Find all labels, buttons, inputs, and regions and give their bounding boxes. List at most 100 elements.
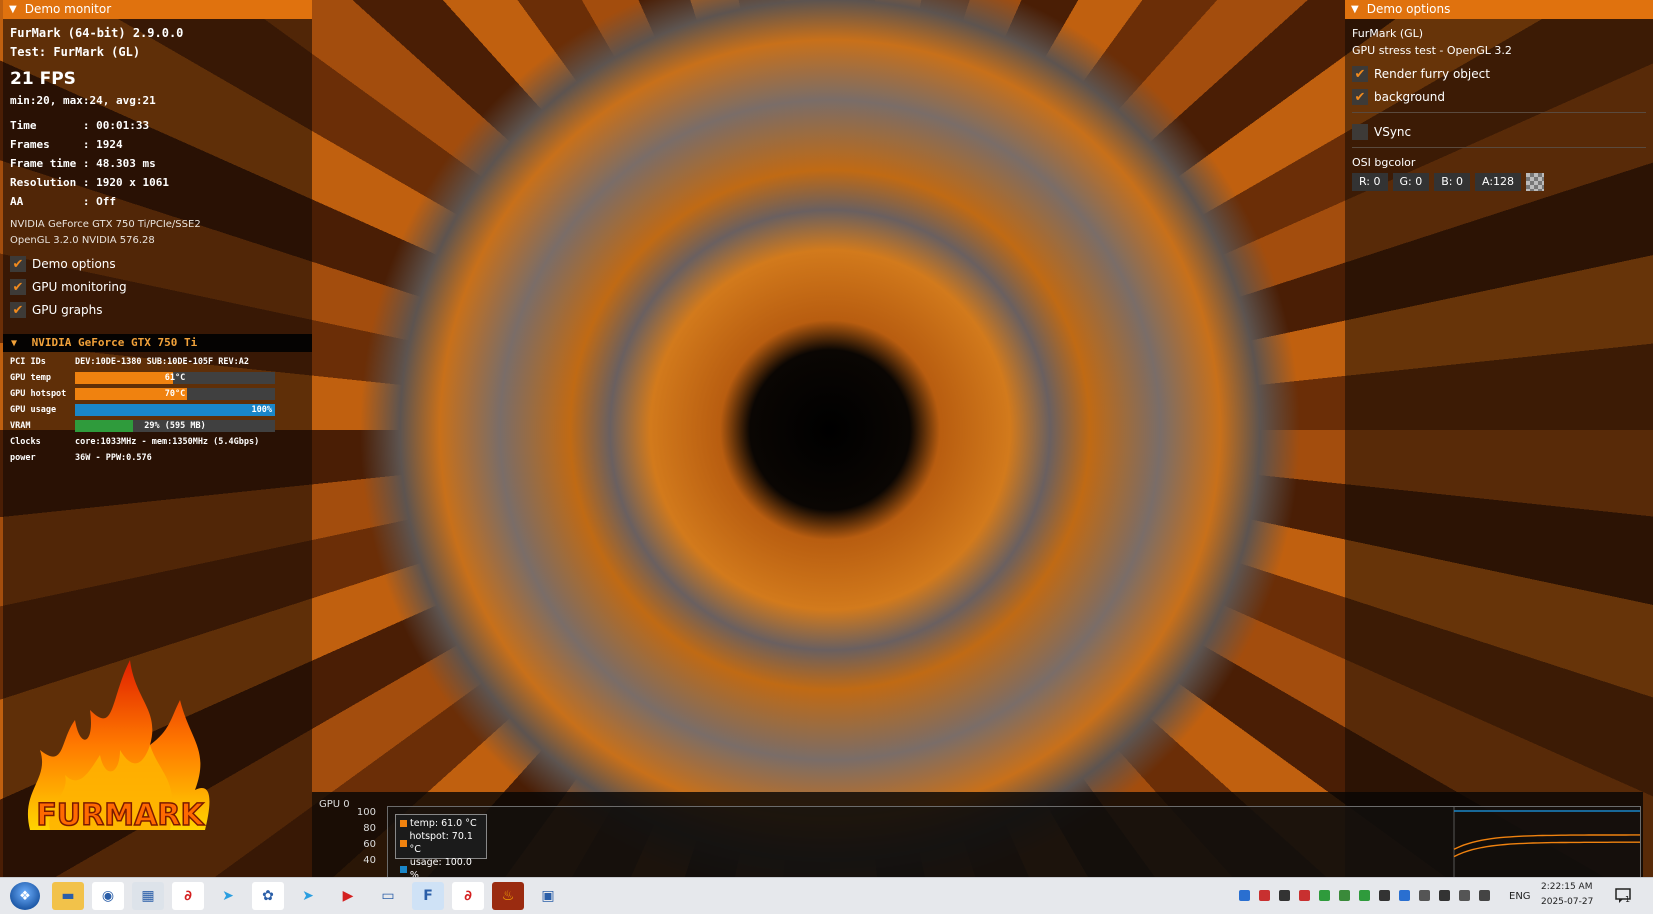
checkmark-icon[interactable]: ✔ — [10, 256, 26, 272]
legend-temp: temp: 61.0 °C — [400, 817, 482, 830]
gpu-temp-value: 61°C — [164, 373, 186, 383]
furmark-flame-icon[interactable]: ♨ — [492, 882, 524, 910]
y-tick-60: 60 — [363, 839, 376, 850]
tray-icon[interactable] — [1259, 890, 1270, 901]
tray-icon[interactable] — [1359, 890, 1370, 901]
demo-monitor-title: Demo monitor — [24, 2, 112, 16]
demo-options-title: Demo options — [1366, 2, 1451, 16]
tray-icon[interactable] — [1299, 890, 1310, 901]
app-red-icon[interactable]: ∂ — [172, 882, 204, 910]
demo-options-header[interactable]: ▼ Demo options — [1345, 0, 1653, 19]
notepad-icon[interactable]: ▭ — [372, 882, 404, 910]
demo-monitor-header[interactable]: ▼ Demo monitor — [3, 0, 312, 19]
checkbox-demo-options[interactable]: ✔ Demo options — [10, 253, 305, 275]
color-b-input[interactable]: B: 0 — [1434, 173, 1470, 191]
color-r-input[interactable]: R: 0 — [1352, 173, 1388, 191]
gpu-usage-row: GPU usage 100% — [10, 402, 305, 418]
checkbox-gpu-monitoring[interactable]: ✔ GPU monitoring — [10, 276, 305, 298]
empty-checkbox-icon[interactable] — [1352, 124, 1368, 140]
stat-frames: Frames : 1924 — [10, 138, 123, 151]
notification-center-button[interactable]: 1 — [1614, 886, 1632, 904]
window-icon[interactable]: ▣ — [532, 882, 564, 910]
gpu-renderer-info: NVIDIA GeForce GTX 750 Ti/PCIe/SSE2 Open… — [10, 217, 305, 249]
osi-bgcolor-label: OSI bgcolor — [1352, 156, 1416, 169]
graph-legend: temp: 61.0 °C hotspot: 70.1 °C usage: 10… — [395, 814, 487, 881]
checkbox-render-furry-object[interactable]: ✔ Render furry object — [1352, 63, 1646, 85]
checkbox-label: VSync — [1374, 125, 1412, 139]
checkbox-background[interactable]: ✔ background — [1352, 86, 1646, 108]
furmark-logo: FURMARK — [20, 660, 220, 835]
tray-icon[interactable] — [1239, 890, 1250, 901]
legend-swatch — [400, 839, 407, 847]
tray-icon[interactable] — [1379, 890, 1390, 901]
tray-icon[interactable] — [1319, 890, 1330, 901]
power-row: power 36W - PPW:0.576 — [10, 450, 305, 466]
fps-counter: 21 FPS — [10, 69, 76, 89]
windows-taskbar: ❖ ▬ ◉ ▦ ∂ ➤ ✿ ➤ ▶ ▭ F ∂ ♨ ▣ ENG 2:22:15 AM 2025-07-2… — [0, 877, 1653, 914]
stat-frame-time: Frame time : 48.303 ms — [10, 157, 156, 170]
clocks-value: core:1033MHz - mem:1350MHz (5.4Gbps) — [75, 437, 260, 447]
file-explorer-icon[interactable]: ▬ — [52, 882, 84, 910]
checkbox-label: GPU graphs — [32, 303, 103, 317]
gpu-name: NVIDIA GeForce GTX 750 Ti — [31, 336, 198, 349]
color-preview-swatch[interactable] — [1526, 173, 1545, 191]
windows-logo-icon: ❖ — [19, 888, 31, 904]
app-version: FurMark (64-bit) 2.9.0.0 — [10, 26, 184, 40]
color-g-input[interactable]: G: 0 — [1392, 173, 1430, 191]
telegram-icon[interactable]: ➤ — [212, 882, 244, 910]
photos-icon[interactable]: ✿ — [252, 882, 284, 910]
legend-label: temp: 61.0 °C — [410, 818, 477, 829]
language-indicator[interactable]: ENG — [1509, 891, 1531, 902]
checkbox-gpu-graphs[interactable]: ✔ GPU graphs — [10, 299, 305, 321]
tray-icon[interactable] — [1419, 890, 1430, 901]
divider — [1352, 112, 1646, 113]
clocks-label: Clocks — [10, 437, 41, 447]
gpu-usage-bar: 100% — [75, 404, 275, 416]
checkbox-label: background — [1374, 90, 1445, 104]
tray-icon[interactable] — [1439, 890, 1450, 901]
color-a-input[interactable]: A:128 — [1475, 173, 1522, 191]
gpu-renderer: NVIDIA GeForce GTX 750 Ti/PCIe/SSE2 — [10, 219, 201, 230]
furmark-app-icon[interactable]: F — [412, 882, 444, 910]
osi-bgcolor-controls: R: 0 G: 0 B: 0 A:128 — [1352, 173, 1646, 191]
y-tick-80: 80 — [363, 823, 376, 834]
pci-ids-value: DEV:10DE-1380 SUB:10DE-105F REV:A2 — [75, 357, 249, 367]
gpu-usage-label: GPU usage — [10, 405, 57, 415]
gpu-hotspot-bar: 70°C — [75, 388, 275, 400]
checkmark-icon[interactable]: ✔ — [10, 302, 26, 318]
legend-swatch — [400, 865, 407, 873]
youtube-icon[interactable]: ▶ — [332, 882, 364, 910]
collapse-triangle-icon[interactable]: ▼ — [1351, 0, 1359, 19]
opengl-version: OpenGL 3.2.0 NVIDIA 576.28 — [10, 235, 155, 246]
furmark-logo-text: FURMARK — [36, 798, 205, 833]
collapse-triangle-icon[interactable]: ▼ — [11, 338, 17, 349]
checkmark-icon[interactable]: ✔ — [1352, 66, 1368, 82]
gpu-hotspot-row: GPU hotspot 70°C — [10, 386, 305, 402]
calculator-icon[interactable]: ▦ — [132, 882, 164, 910]
vram-row: VRAM 29% (595 MB) — [10, 418, 305, 434]
demo-name: FurMark (GL) — [1352, 27, 1424, 40]
checkbox-vsync[interactable]: VSync — [1352, 121, 1646, 143]
collapse-triangle-icon[interactable]: ▼ — [9, 0, 17, 19]
legend-swatch — [400, 820, 407, 827]
checkmark-icon[interactable]: ✔ — [10, 279, 26, 295]
tray-icon[interactable] — [1459, 890, 1470, 901]
chrome-icon[interactable]: ◉ — [92, 882, 124, 910]
demo-options-panel: ▼ Demo options FurMark (GL) GPU stress t… — [1345, 0, 1653, 877]
tray-icon[interactable] — [1479, 890, 1490, 901]
checkmark-icon[interactable]: ✔ — [1352, 89, 1368, 105]
app-red-icon-2[interactable]: ∂ — [452, 882, 484, 910]
tray-icon[interactable] — [1279, 890, 1290, 901]
gpu-section-header[interactable]: ▼ NVIDIA GeForce GTX 750 Ti — [3, 334, 312, 352]
tray-icon[interactable] — [1399, 890, 1410, 901]
tray-icon[interactable] — [1339, 890, 1350, 901]
stat-aa: AA : Off — [10, 195, 116, 208]
start-button[interactable]: ❖ — [10, 882, 40, 910]
clock-time[interactable]: 2:22:15 AM — [1541, 882, 1592, 892]
checkbox-label: Demo options — [32, 257, 116, 271]
vram-label: VRAM — [10, 421, 31, 431]
vram-value: 29% (595 MB) — [144, 421, 206, 431]
fps-minmax: min:20, max:24, avg:21 — [10, 94, 156, 107]
telegram-icon-2[interactable]: ➤ — [292, 882, 324, 910]
clock-date[interactable]: 2025-07-27 — [1541, 897, 1593, 907]
